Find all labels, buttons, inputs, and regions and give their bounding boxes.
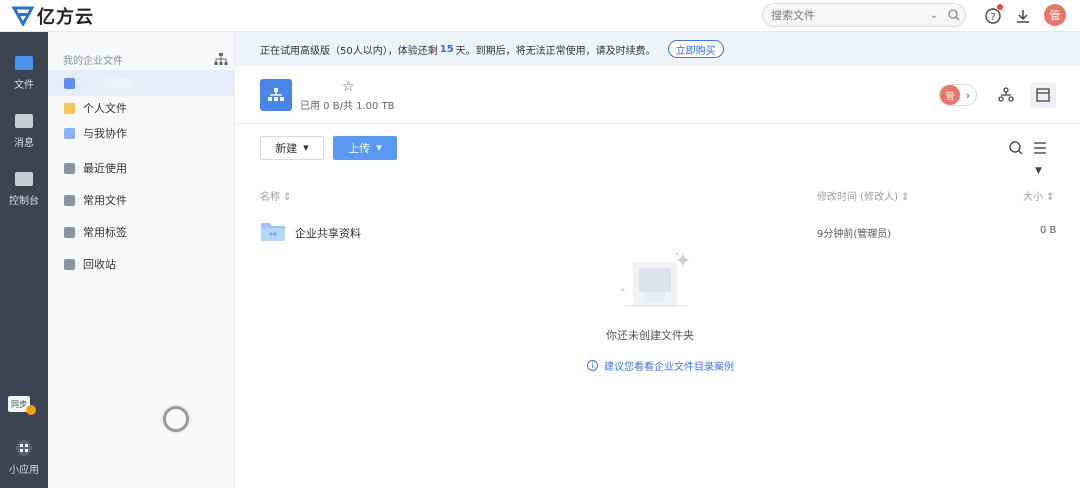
star-folder-icon — [64, 194, 75, 206]
recent-icon — [64, 162, 75, 174]
redacted-label — [83, 78, 133, 88]
sidebar-item-label: 回收站 — [83, 258, 116, 271]
sync-button[interactable]: 同步 — [6, 394, 42, 418]
search-icon[interactable] — [943, 4, 965, 26]
hint-text: 建议您看看企业文件目录案例 — [604, 362, 734, 373]
info-icon: i — [587, 360, 598, 371]
search-icon[interactable] — [1008, 140, 1024, 156]
column-header-modified[interactable]: 修改时间 (修改人) ⇕ — [817, 188, 910, 203]
empty-state-message: 你还未创建文件夹 — [606, 329, 694, 342]
manager-pill[interactable]: 管 › — [939, 84, 977, 106]
storage-usage: 已用 0 B/共 1.00 TB — [300, 101, 395, 112]
rail-item-label: 小应用 — [9, 464, 39, 476]
enterprise-icon — [64, 77, 75, 89]
column-header-name[interactable]: 名称 ⇕ — [260, 188, 292, 203]
sidebar-item-tags[interactable]: 常用标签 — [48, 219, 234, 245]
caret-down-icon: ▼ — [376, 144, 382, 152]
sidebar-item-recent[interactable]: 最近使用 — [48, 155, 234, 181]
rail-item-console[interactable]: 控制台 — [0, 164, 48, 214]
main-content: ☆ 已用 0 B/共 1.00 TB 管 › 新建 ▼ 上传 ▼ ▼ 名称 ⇕ … — [235, 66, 1080, 488]
org-chart-icon[interactable] — [214, 52, 228, 66]
search-input[interactable]: 搜索文件 — [771, 7, 925, 23]
file-modified: 9分钟前(管理员) — [817, 229, 892, 240]
logo-icon — [12, 6, 34, 26]
empty-folder-illustration — [621, 252, 689, 307]
star-icon[interactable]: ☆ — [342, 79, 355, 95]
layout-toggle-icon[interactable] — [1030, 82, 1056, 108]
sidebar-item-collaborate[interactable]: 与我协作 — [48, 120, 234, 146]
sidebar: 我的企业文件 个人文件 与我协作 最近使用 常用文件 常用标签 回收站 — [48, 32, 235, 488]
personal-folder-icon — [64, 102, 75, 114]
sidebar-item-trash[interactable]: 回收站 — [48, 251, 234, 277]
column-header-size[interactable]: 大小 ⇕ — [1023, 188, 1055, 203]
collaborate-icon — [64, 127, 75, 139]
file-name[interactable]: 企业共享资料 — [295, 225, 361, 241]
trash-icon — [64, 258, 75, 270]
file-size: 0 B — [1040, 225, 1057, 236]
banner-days: 15 — [439, 43, 454, 55]
shared-folder-icon — [261, 223, 285, 241]
download-icon[interactable] — [1012, 5, 1034, 27]
file-icon — [15, 55, 33, 70]
app-name: 亿方云 — [37, 7, 94, 28]
new-button-label: 新建 — [275, 142, 298, 155]
grid-icon — [16, 439, 32, 456]
loading-spinner — [163, 406, 189, 432]
list-view-icon[interactable] — [1032, 140, 1048, 156]
upload-button-label: 上传 — [348, 142, 371, 155]
buy-now-button[interactable]: 立即购买 — [667, 40, 724, 58]
banner-text-after: 天。到期后，将无法正常使用，请及时续费。 — [455, 45, 656, 57]
upload-button[interactable]: 上传 ▼ — [333, 136, 397, 160]
message-icon — [15, 113, 33, 128]
app-logo[interactable]: 亿方云 — [12, 4, 94, 28]
banner-text: 正在试用高级版（50人以内），体验还剩 — [260, 45, 438, 57]
table-row[interactable]: 企业共享资料 9分钟前(管理员) 0 B — [235, 216, 1080, 248]
rail-item-label: 文件 — [14, 79, 34, 91]
sync-status-dot — [26, 405, 36, 415]
rail-item-mini-apps[interactable]: 小应用 — [0, 432, 48, 482]
folder-header: ☆ 已用 0 B/共 1.00 TB 管 › — [235, 66, 1080, 124]
caret-down-icon: ▼ — [303, 144, 309, 152]
example-hint-link[interactable]: i 建议您看看企业文件目录案例 — [587, 358, 734, 373]
search-box[interactable]: 搜索文件 ⌄ — [762, 3, 966, 27]
sidebar-item-label: 常用标签 — [83, 226, 127, 239]
chevron-down-icon[interactable]: ⌄ — [925, 10, 943, 21]
sidebar-item-label: 个人文件 — [83, 102, 127, 115]
rail-item-messages[interactable]: 消息 — [0, 106, 48, 156]
left-rail: 文件 消息 控制台 同步 小应用 — [0, 32, 48, 488]
sidebar-item-label: 与我协作 — [83, 127, 127, 140]
top-bar: 亿方云 搜索文件 ⌄ ? 管 — [0, 0, 1080, 32]
sidebar-item-label: 常用文件 — [83, 194, 127, 207]
chevron-right-icon: › — [965, 88, 971, 102]
rail-item-label: 消息 — [14, 137, 34, 149]
tag-icon — [64, 226, 75, 238]
enterprise-folder-icon — [260, 79, 292, 111]
svg-text:?: ? — [990, 12, 995, 23]
trial-banner: 正在试用高级版（50人以内），体验还剩 15 天。到期后，将无法正常使用，请及时… — [235, 32, 1080, 66]
sidebar-item-favorites[interactable]: 常用文件 — [48, 187, 234, 213]
sidebar-item-personal[interactable]: 个人文件 — [48, 95, 234, 121]
new-button[interactable]: 新建 ▼ — [260, 136, 324, 160]
sort-dropdown-icon[interactable]: ▼ — [1035, 166, 1042, 176]
notification-dot — [997, 4, 1003, 10]
rail-item-files[interactable]: 文件 — [0, 48, 48, 98]
manager-avatar: 管 — [940, 85, 960, 105]
rail-item-label: 控制台 — [9, 195, 39, 207]
org-tree-icon[interactable] — [993, 82, 1019, 108]
console-icon — [15, 171, 33, 186]
sidebar-item-label: 最近使用 — [83, 162, 127, 175]
sidebar-item-enterprise[interactable] — [48, 70, 234, 96]
user-avatar[interactable]: 管 — [1044, 4, 1066, 26]
sidebar-header: 我的企业文件 — [63, 56, 123, 67]
